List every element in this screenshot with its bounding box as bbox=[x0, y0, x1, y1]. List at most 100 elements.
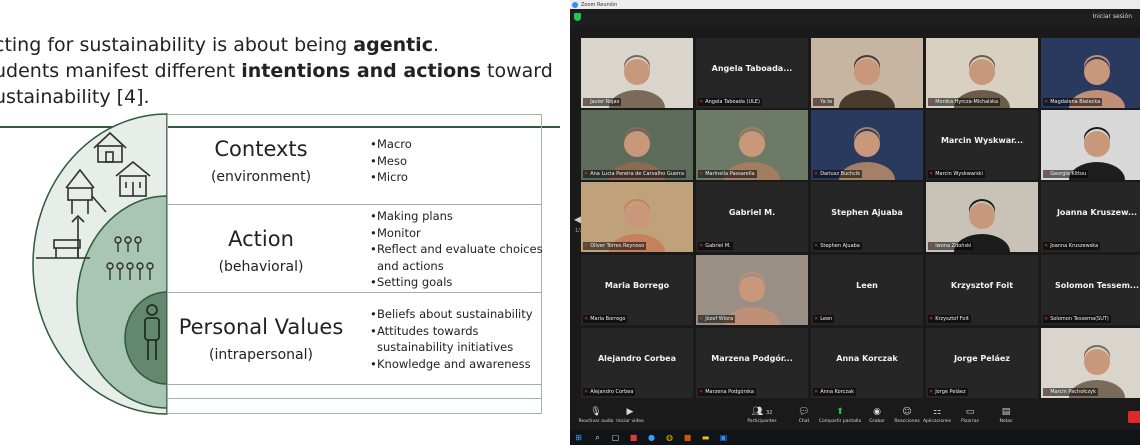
participant-tile[interactable]: ✕ Georgia Kittou bbox=[1041, 110, 1140, 180]
participant-tile[interactable]: ✕ Oliver Torres Reynoso bbox=[581, 182, 693, 252]
participant-name-display: Angela Taboada... bbox=[711, 64, 793, 73]
task-view-icon[interactable]: ▢ bbox=[610, 432, 621, 443]
zoom-app-icon[interactable]: ▣ bbox=[718, 432, 729, 443]
presentation-slide: cting for sustainability is about being … bbox=[0, 0, 570, 445]
participant-name-display: Maria Borrego bbox=[604, 281, 670, 290]
participant-name-label: ✕ Georgia Kittou bbox=[1043, 170, 1089, 178]
participant-name-label: ✕ Javier Rojas bbox=[583, 98, 622, 106]
muted-mic-icon: ✕ bbox=[929, 171, 934, 177]
security-shield-icon[interactable] bbox=[574, 13, 581, 21]
participant-name-text: Stephen Ajuaba bbox=[820, 243, 860, 249]
participant-name-text: Georgia Kittou bbox=[1050, 171, 1087, 177]
participant-name-label: ✕ Marinella Passarella bbox=[698, 170, 757, 178]
participant-tile[interactable]: ✕ Iwona Zdoński bbox=[926, 182, 1038, 252]
participant-name-text: Ya te bbox=[820, 99, 833, 105]
participant-tile[interactable]: ✕ Ana Lucia Pereira de Carvalho Guerra bbox=[581, 110, 693, 180]
search-icon[interactable]: ⌕ bbox=[592, 432, 603, 443]
participant-name-text: Javier Rojas bbox=[590, 99, 620, 105]
browser-app-icon[interactable]: ● bbox=[646, 432, 657, 443]
action-bullets: Making plans Monitor Reflect and evaluat… bbox=[370, 208, 560, 291]
participant-name-text: Magdalena Bielecka bbox=[1050, 99, 1101, 105]
participant-name-text: Leen bbox=[820, 316, 833, 322]
muted-mic-icon: ✕ bbox=[1044, 316, 1049, 322]
participant-tile[interactable]: ✕ Marinella Passarella bbox=[696, 110, 808, 180]
participant-name-label: ✕ Angela Taboada (ULE) bbox=[698, 98, 763, 106]
participant-tile[interactable]: Jorge Peláez ✕ Jorge Peláez bbox=[926, 328, 1038, 398]
contexts-heading: Contexts (environment) bbox=[210, 137, 312, 185]
participant-name-label: ✕ Magdalena Bielecka bbox=[1043, 98, 1103, 106]
participant-tile[interactable]: Solomon Tessem... ✕ Solomon Tessema(SUT) bbox=[1041, 255, 1140, 325]
muted-mic-icon: ✕ bbox=[584, 316, 589, 322]
participant-name-label: ✕ Solomon Tessema(SUT) bbox=[1043, 315, 1111, 323]
windows-start-icon[interactable]: ⊞ bbox=[573, 432, 584, 443]
pdf-app-icon[interactable]: ■ bbox=[628, 432, 639, 443]
participant-tile[interactable]: ✕ Javier Rojas bbox=[581, 38, 693, 108]
participant-tile[interactable]: ✕ Józef Wiora bbox=[696, 255, 808, 325]
participant-name-label: ✕ Józef Wiora bbox=[698, 315, 736, 323]
participant-name-display: Marzena Podgór... bbox=[711, 354, 793, 363]
muted-mic-icon: ✕ bbox=[814, 243, 819, 249]
leave-meeting-button[interactable] bbox=[1128, 411, 1140, 423]
personal-values-heading: Personal Values (intrapersonal) bbox=[178, 315, 344, 363]
participant-tile[interactable]: Leen ✕ Leen bbox=[811, 255, 923, 325]
muted-mic-icon: ✕ bbox=[929, 243, 934, 249]
participant-tile[interactable]: ✕ Dariusz Buchcik bbox=[811, 110, 923, 180]
participant-name-label: ✕ Jorge Peláez bbox=[928, 388, 968, 396]
participant-tile[interactable]: Joanna Kruszew... ✕ Joanna Kruszewska bbox=[1041, 182, 1140, 252]
participant-tile[interactable]: ✕ Marcin Pachołczyk bbox=[1041, 328, 1140, 398]
participant-tile[interactable]: Angela Taboada... ✕ Angela Taboada (ULE) bbox=[696, 38, 808, 108]
participant-name-display: Marcin Wyskwar... bbox=[940, 136, 1024, 145]
participant-name-display: Leen bbox=[856, 281, 878, 290]
notes-button[interactable]: ▤ Notas bbox=[984, 406, 1028, 425]
participant-tile[interactable]: Maria Borrego ✕ Maria Borrego bbox=[581, 255, 693, 325]
chrome-app-icon[interactable]: ◍ bbox=[664, 432, 675, 443]
participant-name-label: ✕ Joanna Kruszewska bbox=[1043, 242, 1101, 250]
file-explorer-icon[interactable]: ▬ bbox=[700, 432, 711, 443]
meeting-toolbar: 🎙︎ Reactivar audio ▶ Iniciar video 👥︎ 32 Pa… bbox=[570, 403, 1140, 430]
muted-mic-icon: ✕ bbox=[699, 171, 704, 177]
participant-name-label: ✕ Maria Borrego bbox=[583, 315, 628, 323]
participant-name-text: Marzena Podgórska bbox=[705, 389, 754, 395]
participant-name-label: ✕ Monika Hyrcza-Michalska bbox=[928, 98, 1001, 106]
participant-name-display: Anna Korczak bbox=[836, 354, 898, 363]
participant-tile[interactable]: Stephen Ajuaba ✕ Stephen Ajuaba bbox=[811, 182, 923, 252]
exit-fullscreen-button[interactable]: Iniciar sesión bbox=[1093, 13, 1132, 20]
participant-tile[interactable]: Krzysztof Foit ✕ Krzysztof Foit bbox=[926, 255, 1038, 325]
participant-tile[interactable]: ✕ Ya te bbox=[811, 38, 923, 108]
table-divider bbox=[167, 398, 542, 399]
participant-name-display: Gabriel M. bbox=[728, 208, 776, 217]
muted-mic-icon: ✕ bbox=[584, 389, 589, 395]
table-divider bbox=[167, 292, 542, 293]
participant-name-label: ✕ Gabriel M. bbox=[698, 242, 733, 250]
participant-tile[interactable]: Alejandro Corbea ✕ Alejandro Corbea bbox=[581, 328, 693, 398]
participant-name-text: Alejandro Corbea bbox=[590, 389, 634, 395]
participant-name-display: Solomon Tessem... bbox=[1054, 281, 1140, 290]
participant-name-text: Jorge Peláez bbox=[935, 389, 966, 395]
participants-button[interactable]: 👥︎ 32 Participantes bbox=[740, 406, 784, 425]
participant-tile[interactable]: Anna Korczak ✕ Anna Korczak bbox=[811, 328, 923, 398]
personal-values-bullets: Beliefs about sustainability Attitudes t… bbox=[370, 306, 560, 372]
muted-mic-icon: ✕ bbox=[929, 99, 934, 105]
participant-tile[interactable]: ✕ Monika Hyrcza-Michalska bbox=[926, 38, 1038, 108]
participant-name-text: Marcin Wyskwarski bbox=[935, 171, 983, 177]
participant-name-label: ✕ Iwona Zdoński bbox=[928, 242, 974, 250]
muted-mic-icon: ✕ bbox=[1044, 389, 1049, 395]
participant-name-text: Marcin Pachołczyk bbox=[1050, 389, 1096, 395]
participant-name-text: Oliver Torres Reynoso bbox=[590, 243, 645, 249]
powerpoint-app-icon[interactable]: ■ bbox=[682, 432, 693, 443]
participant-tile[interactable]: Marzena Podgór... ✕ Marzena Podgórska bbox=[696, 328, 808, 398]
window-title: Zoom Reunión bbox=[581, 1, 618, 8]
participant-name-text: Anna Korczak bbox=[820, 389, 854, 395]
windows-taskbar: ⊞ ⌕ ▢ ■ ● ◍ ■ ▬ ▣ bbox=[570, 430, 1140, 445]
participant-name-text: Ana Lucia Pereira de Carvalho Guerra bbox=[590, 171, 685, 177]
participant-name-display: Krzysztof Foit bbox=[950, 281, 1014, 290]
participant-tile[interactable]: ✕ Magdalena Bielecka bbox=[1041, 38, 1140, 108]
muted-mic-icon: ✕ bbox=[699, 243, 704, 249]
participant-tile[interactable]: Gabriel M. ✕ Gabriel M. bbox=[696, 182, 808, 252]
table-divider bbox=[167, 384, 542, 385]
start-video-button[interactable]: ▶ Iniciar video bbox=[608, 406, 652, 425]
participant-name-label: ✕ Alejandro Corbea bbox=[583, 388, 636, 396]
video-icon: ▶ bbox=[626, 407, 634, 417]
participant-tile[interactable]: Marcin Wyskwar... ✕ Marcin Wyskwarski bbox=[926, 110, 1038, 180]
muted-mic-icon: ✕ bbox=[584, 171, 589, 177]
